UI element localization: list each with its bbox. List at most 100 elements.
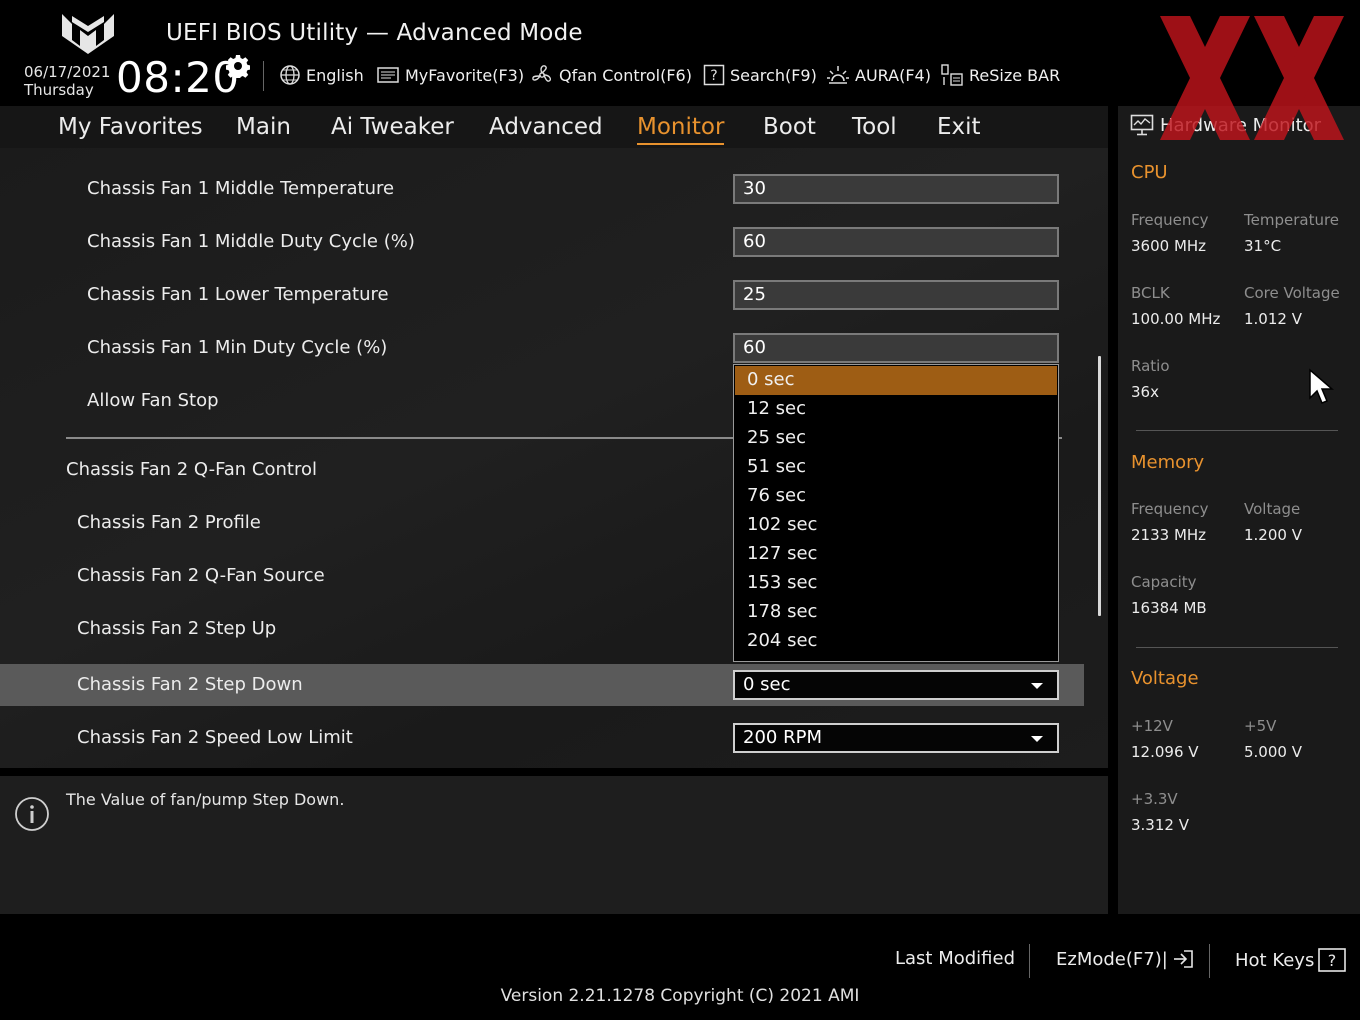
help-text: The Value of fan/pump Step Down.: [66, 790, 345, 809]
qfan-control-button[interactable]: Qfan Control(F6): [530, 63, 692, 87]
hardware-monitor-panel: Hardware Monitor CPU Frequency Temperatu…: [1118, 106, 1360, 914]
dropdown-option[interactable]: 127 sec: [735, 540, 1057, 569]
dropdown-option[interactable]: 51 sec: [735, 453, 1057, 482]
fan1-middle-duty-input[interactable]: 60: [733, 227, 1059, 257]
svg-text:?: ?: [1328, 951, 1337, 970]
setting-label: Chassis Fan 1 Min Duty Cycle (%): [87, 337, 388, 358]
cpu-heading: CPU: [1131, 162, 1168, 183]
hardware-monitor-label: Hardware Monitor: [1160, 114, 1322, 136]
memory-heading: Memory: [1131, 452, 1205, 473]
dropdown-option[interactable]: 178 sec: [735, 598, 1057, 627]
tab-advanced[interactable]: Advanced: [489, 112, 603, 142]
info-icon: [15, 797, 49, 831]
v33-label: +3.3V: [1131, 790, 1178, 808]
last-modified-button[interactable]: Last Modified: [895, 948, 1015, 969]
gear-icon[interactable]: [226, 54, 250, 78]
core-voltage-value: 1.012 V: [1244, 310, 1302, 328]
search-help-icon: ?: [703, 64, 725, 86]
dropdown-option[interactable]: 0 sec: [735, 366, 1057, 395]
step-down-dropdown-list: 0 sec 12 sec 25 sec 51 sec 76 sec 102 se…: [733, 364, 1059, 662]
memory-frequency-value: 2133 MHz: [1131, 526, 1207, 544]
dropdown-option[interactable]: 76 sec: [735, 482, 1057, 511]
v5-label: +5V: [1244, 717, 1277, 735]
setting-row-fan1-lower-temp[interactable]: Chassis Fan 1 Lower Temperature 25: [0, 274, 1084, 316]
hw-divider: [1136, 430, 1338, 431]
setting-label: Chassis Fan 2 Step Up: [77, 618, 277, 639]
monitor-icon: [1130, 114, 1154, 136]
setting-row-fan1-min-duty[interactable]: Chassis Fan 1 Min Duty Cycle (%) 60: [0, 327, 1084, 369]
header-bar: UEFI BIOS Utility — Advanced Mode 06/17/…: [0, 0, 1360, 106]
tab-monitor[interactable]: Monitor: [637, 112, 725, 145]
fan2-step-down-select[interactable]: 0 sec: [733, 670, 1059, 700]
dropdown-option[interactable]: 25 sec: [735, 424, 1057, 453]
footer-bar: Last Modified EzMode(F7)| Hot Keys ? Ver…: [0, 914, 1360, 1020]
aura-label: AURA(F4): [855, 65, 931, 85]
dropdown-option[interactable]: 12 sec: [735, 395, 1057, 424]
language-button[interactable]: English: [279, 63, 364, 87]
fan1-middle-temp-input[interactable]: 30: [733, 174, 1059, 204]
fan1-min-duty-input[interactable]: 60: [733, 333, 1059, 363]
tab-exit[interactable]: Exit: [937, 112, 981, 142]
resize-bar-label: ReSize BAR: [969, 65, 1061, 85]
help-key-icon: ?: [1318, 948, 1347, 972]
scrollbar[interactable]: [1098, 356, 1101, 616]
myfavorite-button[interactable]: MyFavorite(F3): [376, 63, 524, 87]
fan1-lower-temp-input[interactable]: 25: [733, 280, 1059, 310]
myfavorite-label: MyFavorite(F3): [405, 65, 525, 85]
setting-label: Chassis Fan 2 Q-Fan Control: [66, 459, 317, 480]
version-text: Version 2.21.1278 Copyright (C) 2021 AMI: [500, 986, 860, 1006]
ezmode-button[interactable]: EzMode(F7)|: [1056, 948, 1194, 970]
exit-arrow-icon: [1173, 950, 1193, 968]
dropdown-option[interactable]: 153 sec: [735, 569, 1057, 598]
hw-divider: [1136, 647, 1338, 648]
memory-voltage-label: Voltage: [1244, 500, 1301, 518]
favorite-list-icon: [377, 67, 399, 83]
chevron-down-icon: [1031, 683, 1043, 689]
select-value: 200 RPM: [743, 727, 822, 748]
day-display: Thursday: [24, 81, 94, 99]
app-title: UEFI BIOS Utility — Advanced Mode: [166, 20, 583, 46]
fan2-speed-low-limit-select[interactable]: 200 RPM: [733, 723, 1059, 753]
setting-label: Chassis Fan 1 Middle Temperature: [87, 178, 395, 199]
footer-divider: [1209, 944, 1210, 978]
ratio-label: Ratio: [1131, 357, 1170, 375]
setting-row-fan2-step-down[interactable]: Chassis Fan 2 Step Down 0 sec: [0, 664, 1084, 706]
dropdown-option[interactable]: 102 sec: [735, 511, 1057, 540]
setting-row-fan2-speed-low-limit[interactable]: Chassis Fan 2 Speed Low Limit 200 RPM: [0, 717, 1084, 759]
tab-my-favorites[interactable]: My Favorites: [58, 112, 203, 142]
setting-label: Chassis Fan 2 Step Down: [77, 674, 303, 695]
main-tab-bar: My Favorites Main Ai Tweaker Advanced Mo…: [0, 106, 1108, 148]
v12-label: +12V: [1131, 717, 1173, 735]
setting-label: Chassis Fan 1 Lower Temperature: [87, 284, 389, 305]
cpu-temperature-value: 31°C: [1244, 237, 1282, 255]
setting-row-fan1-middle-temp[interactable]: Chassis Fan 1 Middle Temperature 30: [0, 168, 1084, 210]
memory-voltage-value: 1.200 V: [1244, 526, 1302, 544]
dropdown-option[interactable]: 204 sec: [735, 627, 1057, 656]
voltage-heading: Voltage: [1131, 668, 1199, 689]
hot-keys-button[interactable]: Hot Keys ?: [1235, 948, 1347, 972]
tab-main[interactable]: Main: [236, 112, 291, 142]
tab-tool[interactable]: Tool: [852, 112, 897, 142]
tab-boot[interactable]: Boot: [763, 112, 816, 142]
setting-row-fan1-middle-duty[interactable]: Chassis Fan 1 Middle Duty Cycle (%) 60: [0, 221, 1084, 263]
bclk-value: 100.00 MHz: [1131, 310, 1221, 328]
resize-bar-button[interactable]: ReSize BAR: [940, 63, 1060, 87]
bclk-label: BCLK: [1131, 284, 1170, 302]
hardware-monitor-title: Hardware Monitor: [1130, 114, 1321, 136]
tab-ai-tweaker[interactable]: Ai Tweaker: [331, 112, 454, 142]
setting-label: Chassis Fan 1 Middle Duty Cycle (%): [87, 231, 415, 252]
v33-value: 3.312 V: [1131, 816, 1189, 834]
header-divider: [263, 61, 264, 91]
aura-light-icon: [827, 66, 849, 84]
search-label: Search(F9): [730, 65, 817, 85]
cpu-temperature-label: Temperature: [1244, 211, 1340, 229]
cpu-frequency-label: Frequency: [1131, 211, 1209, 229]
aura-button[interactable]: AURA(F4): [826, 63, 931, 87]
setting-label: Chassis Fan 2 Q-Fan Source: [77, 565, 325, 586]
search-button[interactable]: ? Search(F9): [703, 63, 817, 87]
v12-value: 12.096 V: [1131, 743, 1199, 761]
tuf-logo-icon: [62, 14, 114, 54]
ratio-value: 36x: [1131, 383, 1159, 401]
capacity-value: 16384 MB: [1131, 599, 1207, 617]
chevron-down-icon: [1031, 736, 1043, 742]
